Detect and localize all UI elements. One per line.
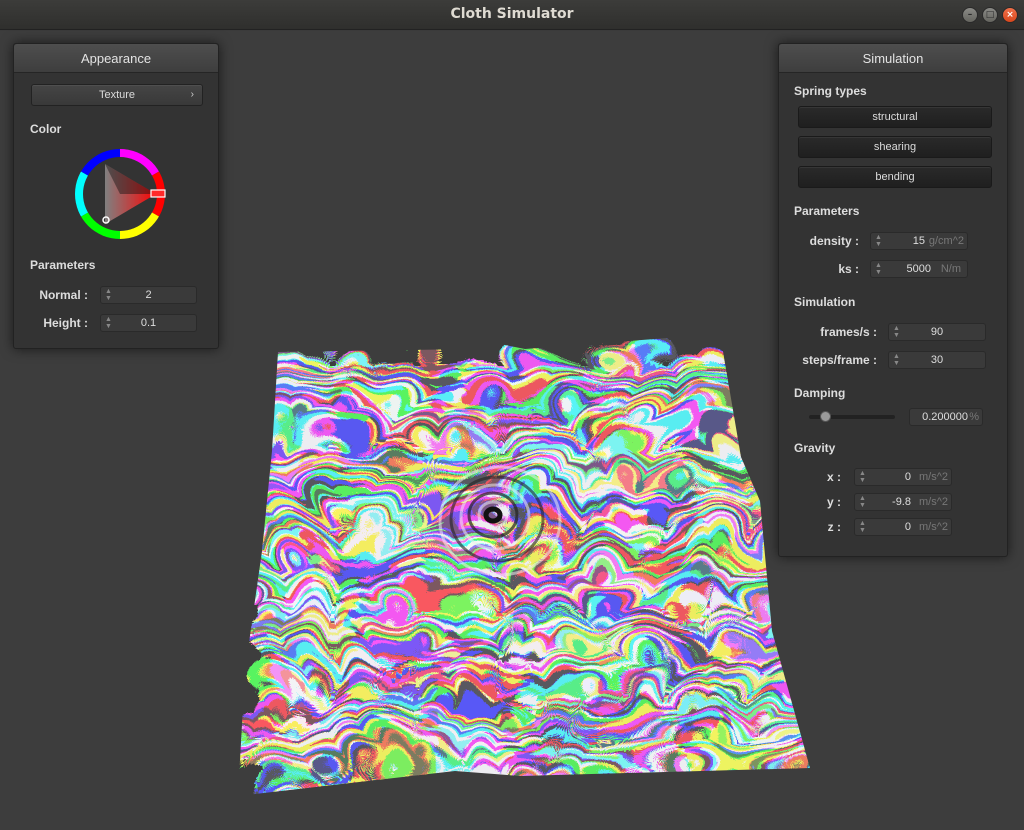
height-value: 0.1 [140,317,157,329]
appearance-panel-title[interactable]: Appearance [14,44,218,73]
normal-label: Normal : [39,288,88,302]
gx-field[interactable]: ▲ ▼ 0 m/s^2 [854,468,952,486]
ks-field[interactable]: ▲ ▼ 5000 N/m [870,260,968,278]
gy-value: -9.8 [892,496,911,508]
texture-button-label: Texture [98,89,136,101]
window-titlebar: Cloth Simulator – □ × [0,0,1024,30]
gz-unit: m/s^2 [919,521,948,533]
gy-unit: m/s^2 [919,496,948,508]
maximize-icon[interactable]: □ [982,7,998,23]
gx-value: 0 [904,471,911,483]
stepper-icon: ▲ ▼ [875,234,882,248]
color-label: Color [30,122,62,136]
height-label: Height : [43,316,88,330]
steps-field[interactable]: ▲ ▼ 30 [888,351,986,369]
density-field[interactable]: ▲ ▼ 15 g/cm^2 [870,232,968,250]
damping-field[interactable]: 0.200000 % [909,408,983,426]
sim-parameters-label: Parameters [794,204,860,218]
gy-field[interactable]: ▲ ▼ -9.8 m/s^2 [854,493,952,511]
chevron-right-icon: › [190,89,194,100]
gx-unit: m/s^2 [919,471,948,483]
height-field[interactable]: ▲ ▼ 0.1 [100,314,197,332]
steps-value: 30 [930,354,944,366]
damping-label: Damping [794,386,846,400]
fps-value: 90 [930,326,944,338]
close-icon[interactable]: × [1002,7,1018,23]
spring-types-label: Spring types [794,84,867,98]
gz-field[interactable]: ▲ ▼ 0 m/s^2 [854,518,952,536]
bending-button[interactable]: bending [798,166,992,188]
shearing-button[interactable]: shearing [798,136,992,158]
fps-field[interactable]: ▲ ▼ 90 [888,323,986,341]
minimize-icon[interactable]: – [962,7,978,23]
simulation-panel: Simulation Spring types structural shear… [778,43,1008,557]
simulation-panel-title[interactable]: Simulation [779,44,1007,73]
stepper-icon: ▲ ▼ [875,262,882,276]
ks-value: 5000 [906,263,931,275]
damping-slider-knob[interactable] [820,411,832,422]
density-label: density : [809,234,859,248]
simulation-label: Simulation [794,295,856,309]
gz-value: 0 [904,521,911,533]
normal-value: 2 [145,289,152,301]
damping-unit: % [969,411,979,423]
window-title: Cloth Simulator [450,6,574,22]
steps-label: steps/frame : [802,353,877,367]
gz-label: z : [827,520,841,534]
gx-label: x : [826,470,841,484]
gy-label: y : [826,495,841,509]
appearance-panel: Appearance Texture › Color Parameters No… [13,43,219,349]
stepper-icon: ▲ ▼ [859,470,866,484]
fps-label: frames/s : [820,325,877,339]
texture-button[interactable]: Texture › [31,84,203,106]
structural-button[interactable]: structural [798,106,992,128]
damping-value: 0.200000 [922,411,968,423]
ks-unit: N/m [940,263,961,275]
normal-field[interactable]: ▲ ▼ 2 [100,286,197,304]
stepper-icon: ▲ ▼ [859,520,866,534]
density-value: 15 [912,235,925,247]
gravity-label: Gravity [794,441,836,455]
density-unit: g/cm^2 [928,235,964,247]
appearance-parameters-label: Parameters [30,258,96,272]
ks-label: ks : [838,262,859,276]
stepper-icon: ▲ ▼ [859,495,866,509]
color-wheel[interactable] [73,147,167,241]
